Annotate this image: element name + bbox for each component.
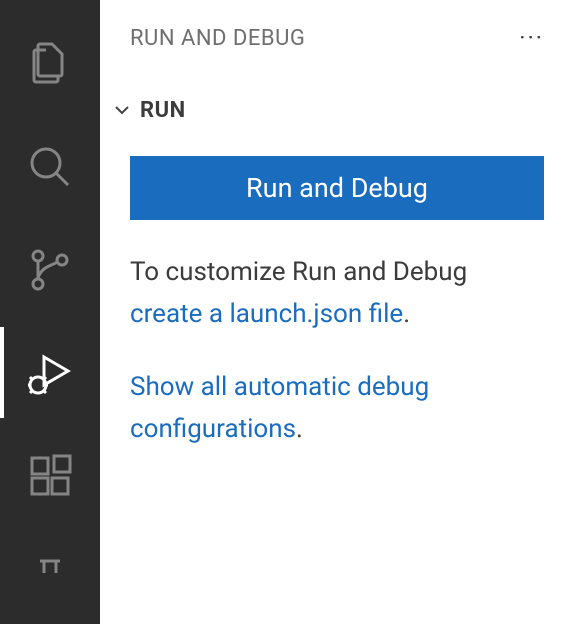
- files-icon: [26, 40, 74, 88]
- ellipsis-icon: ···: [519, 24, 544, 52]
- sidebar-title: RUN AND DEBUG: [130, 26, 305, 51]
- chevron-down-icon: [104, 92, 140, 128]
- run-panel-content: Run and Debug To customize Run and Debug…: [100, 128, 574, 450]
- activity-item-run-debug[interactable]: [0, 327, 100, 418]
- period: .: [403, 299, 410, 329]
- period2: .: [296, 414, 303, 444]
- create-launch-json-link[interactable]: create a launch.json file: [130, 299, 403, 329]
- run-and-debug-button[interactable]: Run and Debug: [130, 156, 544, 220]
- search-icon: [26, 143, 74, 191]
- source-control-icon: [26, 246, 74, 294]
- show-all-configs-link[interactable]: Show all automatic debug configurations: [130, 372, 429, 444]
- show-all-text: Show all automatic debug configurations.: [130, 367, 544, 450]
- beaker-icon: [26, 555, 74, 603]
- run-debug-sidebar: RUN AND DEBUG ··· RUN Run and Debug To c…: [100, 0, 574, 624]
- section-title: RUN: [140, 98, 186, 123]
- extensions-icon: [26, 452, 74, 500]
- activity-item-extensions[interactable]: [0, 430, 100, 521]
- activity-item-source-control[interactable]: [0, 224, 100, 315]
- activity-item-explorer[interactable]: [0, 18, 100, 109]
- more-actions-button[interactable]: ···: [515, 22, 548, 54]
- activity-item-more[interactable]: [0, 533, 100, 624]
- activity-item-search[interactable]: [0, 121, 100, 212]
- sidebar-header: RUN AND DEBUG ···: [100, 0, 574, 64]
- run-section-header[interactable]: RUN: [100, 64, 574, 128]
- customize-text: To customize Run and Debug create a laun…: [130, 252, 544, 335]
- run-debug-icon: [26, 349, 74, 397]
- activity-bar: [0, 0, 100, 624]
- customize-prefix: To customize Run and Debug: [130, 257, 467, 287]
